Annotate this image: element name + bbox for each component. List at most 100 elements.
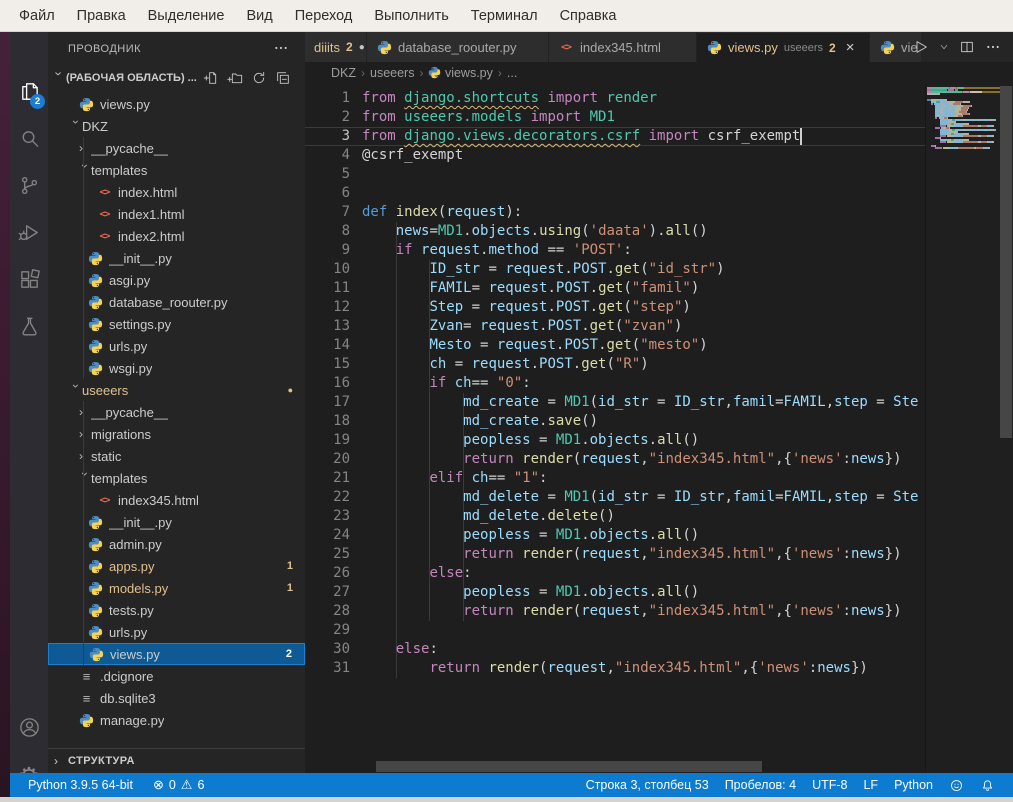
tree-item-static[interactable]: ›static — [48, 445, 305, 467]
refresh-icon[interactable] — [251, 70, 267, 86]
code-line[interactable]: return render(request,"index345.html",{'… — [362, 450, 918, 469]
tree-item-.dcignore[interactable]: ≡.dcignore — [48, 665, 305, 687]
breadcrumb-item[interactable]: views.py — [428, 66, 492, 80]
code-line[interactable]: from django.shortcuts import render — [362, 89, 918, 108]
code-editor[interactable]: 1234567891011121314151617181920212223242… — [305, 84, 1013, 773]
problems-status[interactable]: ⊗ 0 ⚠ 6 — [145, 777, 212, 793]
tree-item-database_roouter.py[interactable]: database_roouter.py — [48, 291, 305, 313]
code-line[interactable] — [362, 165, 918, 184]
line-number[interactable]: 24 — [305, 526, 350, 545]
line-number[interactable]: 18 — [305, 412, 350, 431]
tab-diiits[interactable]: diiits2● — [305, 32, 367, 62]
tree-item-views.py[interactable]: views.py — [48, 93, 305, 115]
tree-item-index.html[interactable]: <>index.html — [48, 181, 305, 203]
tree-item-db.sqlite3[interactable]: ≡db.sqlite3 — [48, 687, 305, 709]
line-number[interactable]: 7 — [305, 203, 350, 222]
run-dropdown-chevron[interactable] — [939, 42, 949, 52]
collapse-all-icon[interactable] — [275, 70, 291, 86]
tab-index345.html[interactable]: <>index345.html — [549, 32, 697, 62]
line-number[interactable]: 22 — [305, 488, 350, 507]
tree-item-__pycache__[interactable]: ›__pycache__ — [48, 137, 305, 159]
more-actions-button[interactable] — [985, 39, 1001, 55]
tree-item-DKZ[interactable]: ›DKZ — [48, 115, 305, 137]
code-line[interactable]: ch = request.POST.get("R") — [362, 355, 918, 374]
notifications-status[interactable] — [972, 778, 1003, 793]
code-line[interactable] — [362, 184, 918, 203]
tree-item-__pycache__[interactable]: ›__pycache__ — [48, 401, 305, 423]
tree-item-urls.py[interactable]: urls.py — [48, 335, 305, 357]
explorer-more-icon[interactable] — [271, 38, 291, 58]
code-line[interactable]: from useeers.models import MD1 — [362, 108, 918, 127]
code-line[interactable]: if ch== "0": — [362, 374, 918, 393]
menu-Терминал[interactable]: Терминал — [460, 0, 549, 32]
line-number[interactable]: 5 — [305, 165, 350, 184]
code-line[interactable]: Mesto = request.POST.get("mesto") — [362, 336, 918, 355]
new-file-icon[interactable] — [203, 70, 219, 86]
code-line[interactable]: else: — [362, 640, 918, 659]
line-number[interactable]: 23 — [305, 507, 350, 526]
tab-database_roouter.py[interactable]: database_roouter.py — [367, 32, 549, 62]
language-mode-status[interactable]: Python — [886, 778, 941, 792]
code-line[interactable]: ID_str = request.POST.get("id_str") — [362, 260, 918, 279]
menu-Вид[interactable]: Вид — [235, 0, 283, 32]
code-line[interactable] — [362, 621, 918, 640]
code-line[interactable]: return render(request,"index345.html",{'… — [362, 659, 918, 678]
code-line[interactable]: return render(request,"index345.html",{'… — [362, 602, 918, 621]
close-icon[interactable]: × — [846, 39, 855, 56]
feedback-status[interactable] — [941, 778, 972, 793]
line-number[interactable]: 31 — [305, 659, 350, 678]
new-folder-icon[interactable] — [227, 70, 243, 86]
code-line[interactable]: md_create.save() — [362, 412, 918, 431]
tree-item-index2.html[interactable]: <>index2.html — [48, 225, 305, 247]
code-line[interactable]: return render(request,"index345.html",{'… — [362, 545, 918, 564]
tree-item-index345.html[interactable]: <>index345.html — [48, 489, 305, 511]
code-line[interactable]: @csrf_exempt — [362, 146, 918, 165]
line-number[interactable]: 26 — [305, 564, 350, 583]
breadcrumb-item[interactable]: DKZ — [331, 66, 356, 80]
explorer-icon[interactable]: 2 — [10, 68, 48, 114]
code-line[interactable]: peopless = MD1.objects.all() — [362, 526, 918, 545]
code-line[interactable]: from django.views.decorators.csrf import… — [362, 127, 918, 146]
line-number[interactable]: 4 — [305, 146, 350, 165]
testing-icon[interactable] — [10, 303, 48, 349]
line-number[interactable]: 3 — [305, 127, 350, 146]
line-number[interactable]: 16 — [305, 374, 350, 393]
horizontal-scrollbar[interactable] — [376, 761, 762, 772]
line-number[interactable]: 11 — [305, 279, 350, 298]
tree-item-__init__.py[interactable]: __init__.py — [48, 511, 305, 533]
tree-item-settings.py[interactable]: settings.py — [48, 313, 305, 335]
menu-Правка[interactable]: Правка — [66, 0, 137, 32]
split-editor-button[interactable] — [959, 39, 975, 55]
line-number[interactable]: 19 — [305, 431, 350, 450]
source-control-icon[interactable] — [10, 162, 48, 208]
breadcrumb-item[interactable]: ... — [507, 66, 517, 80]
tree-item-apps.py[interactable]: apps.py1 — [48, 555, 305, 577]
code-line[interactable]: peopless = MD1.objects.all() — [362, 583, 918, 602]
encoding-status[interactable]: UTF-8 — [804, 778, 855, 792]
vertical-scrollbar[interactable] — [1000, 86, 1012, 438]
tree-item-admin.py[interactable]: admin.py — [48, 533, 305, 555]
tree-item-useeers[interactable]: ›useeers● — [48, 379, 305, 401]
code-line[interactable]: def index(request): — [362, 203, 918, 222]
minimap[interactable] — [927, 87, 1000, 149]
menu-Выполнить[interactable]: Выполнить — [363, 0, 459, 32]
tree-item-templates[interactable]: ›templates — [48, 467, 305, 489]
search-icon[interactable] — [10, 115, 48, 161]
tree-item-migrations[interactable]: ›migrations — [48, 423, 305, 445]
line-number[interactable]: 28 — [305, 602, 350, 621]
code-line[interactable]: Zvan= request.POST.get("zvan") — [362, 317, 918, 336]
line-number[interactable]: 13 — [305, 317, 350, 336]
tree-item-index1.html[interactable]: <>index1.html — [48, 203, 305, 225]
line-number[interactable]: 2 — [305, 108, 350, 127]
eol-status[interactable]: LF — [855, 778, 886, 792]
line-number[interactable]: 1 — [305, 89, 350, 108]
code-line[interactable]: peopless = MD1.objects.all() — [362, 431, 918, 450]
line-number[interactable]: 20 — [305, 450, 350, 469]
workspace-section-header[interactable]: › (РАБОЧАЯ ОБЛАСТЬ) ... — [48, 66, 305, 90]
line-number[interactable]: 6 — [305, 184, 350, 203]
code-lines[interactable]: from django.shortcuts import renderfrom … — [362, 89, 918, 678]
line-number[interactable]: 27 — [305, 583, 350, 602]
tree-item-__init__.py[interactable]: __init__.py — [48, 247, 305, 269]
code-line[interactable]: md_delete = MD1(id_str = ID_str,famil=FA… — [362, 488, 918, 507]
tree-item-templates[interactable]: ›templates — [48, 159, 305, 181]
